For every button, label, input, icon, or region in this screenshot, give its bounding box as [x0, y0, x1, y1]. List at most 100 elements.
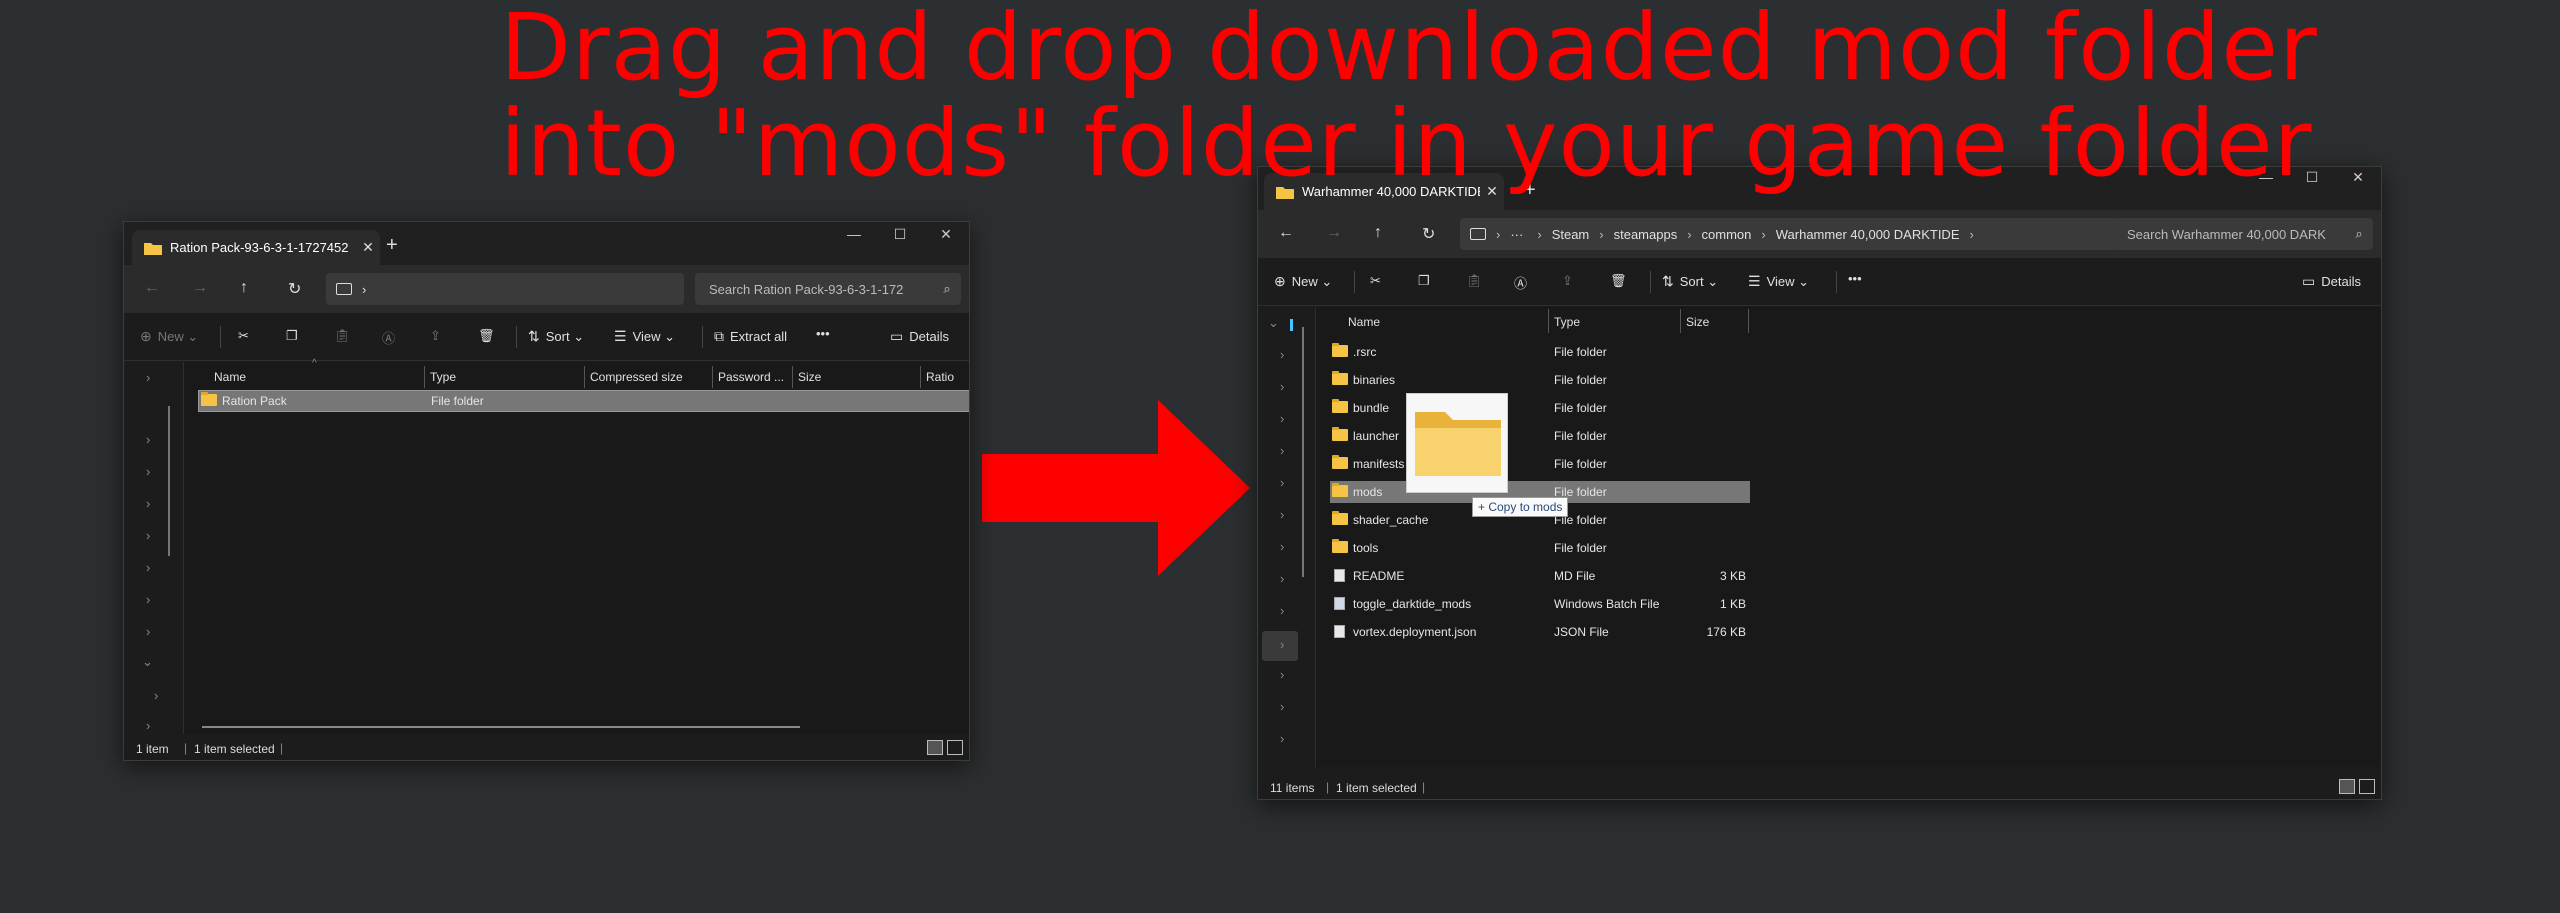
minimize-icon[interactable]: —: [831, 226, 877, 243]
rename-icon[interactable]: Ⓐ: [382, 328, 395, 347]
forward-button[interactable]: →: [192, 279, 208, 297]
chevron-down-icon[interactable]: ⌄: [1268, 315, 1279, 331]
sidebar-selected-item[interactable]: ›: [1262, 631, 1298, 661]
search-input[interactable]: Search Warhammer 40,000 DARK ⌕: [2113, 218, 2373, 250]
chevron-right-icon[interactable]: ›: [154, 688, 158, 703]
refresh-button[interactable]: ↻: [1422, 224, 1435, 244]
up-button[interactable]: ↑: [240, 279, 248, 297]
column-header-size[interactable]: Size: [798, 370, 821, 384]
tiles-view-icon[interactable]: [947, 740, 963, 755]
navigation-pane[interactable]: ⌄ › › › › › › › › › › › › ›: [1258, 307, 1316, 767]
chevron-right-icon[interactable]: ›: [146, 528, 150, 543]
details-view-icon[interactable]: [2339, 779, 2355, 794]
maximize-icon[interactable]: ☐: [877, 226, 923, 243]
chevron-right-icon[interactable]: ›: [146, 496, 150, 511]
more-options-icon[interactable]: •••: [1848, 271, 1862, 286]
list-item[interactable]: README MD File 3 KB: [1330, 565, 1750, 587]
back-button[interactable]: ←: [144, 279, 160, 297]
chevron-right-icon[interactable]: ›: [1280, 603, 1284, 618]
list-item[interactable]: toggle_darktide_mods Windows Batch File …: [1330, 593, 1750, 615]
close-window-icon[interactable]: ✕: [923, 226, 969, 243]
paste-icon[interactable]: 📋︎: [334, 328, 351, 344]
plus-circle-icon: ⊕: [140, 328, 152, 344]
paste-icon[interactable]: 📋︎: [1466, 273, 1483, 289]
breadcrumb-steamapps[interactable]: steamapps: [1614, 227, 1678, 242]
breadcrumb-common[interactable]: common: [1702, 227, 1752, 242]
chevron-right-icon[interactable]: ›: [146, 370, 150, 385]
new-button[interactable]: ⊕ New ⌄: [140, 328, 198, 345]
chevron-right-icon[interactable]: ›: [1280, 667, 1284, 682]
refresh-button[interactable]: ↻: [288, 279, 301, 299]
close-window-icon[interactable]: ✕: [2335, 169, 2381, 186]
ellipsis-icon[interactable]: ···: [1510, 227, 1523, 242]
new-tab-button[interactable]: +: [386, 234, 398, 257]
cut-icon[interactable]: ✂: [1370, 273, 1381, 289]
tiles-view-icon[interactable]: [2359, 779, 2375, 794]
details-view-icon[interactable]: [927, 740, 943, 755]
search-input[interactable]: Search Ration Pack-93-6-3-1-172 ⌕: [695, 273, 961, 305]
chevron-right-icon[interactable]: ›: [146, 464, 150, 479]
list-item[interactable]: binaries File folder: [1330, 369, 1750, 391]
column-header-ratio[interactable]: Ratio: [926, 370, 954, 384]
up-button[interactable]: ↑: [1374, 224, 1382, 242]
address-bar[interactable]: ›: [326, 273, 684, 305]
sort-button[interactable]: ⇅ Sort ⌄: [528, 328, 584, 345]
chevron-right-icon[interactable]: ›: [146, 432, 150, 447]
more-options-icon[interactable]: •••: [816, 326, 830, 341]
column-header-type[interactable]: Type: [1554, 315, 1580, 329]
tab-ration-pack[interactable]: Ration Pack-93-6-3-1-1727452 ✕: [132, 230, 380, 265]
chevron-down-icon[interactable]: ⌄: [142, 654, 153, 670]
column-header-size[interactable]: Size: [1686, 315, 1709, 329]
chevron-right-icon[interactable]: ›: [1280, 699, 1284, 714]
column-header-type[interactable]: Type: [430, 370, 456, 384]
details-button[interactable]: ▭ Details: [2302, 273, 2361, 290]
sidebar-scrollbar[interactable]: [168, 406, 170, 556]
list-item[interactable]: vortex.deployment.json JSON File 176 KB: [1330, 621, 1750, 643]
column-header-compressed-size[interactable]: Compressed size: [590, 370, 683, 384]
list-item[interactable]: manifests File folder: [1330, 453, 1750, 475]
breadcrumb-steam[interactable]: Steam: [1552, 227, 1590, 242]
chevron-right-icon[interactable]: ›: [1280, 411, 1284, 426]
back-button[interactable]: ←: [1278, 224, 1294, 242]
column-header-name[interactable]: Name: [214, 370, 246, 384]
cut-icon[interactable]: ✂: [238, 328, 249, 344]
sidebar-scrollbar[interactable]: [1302, 327, 1304, 577]
list-item[interactable]: launcher File folder: [1330, 425, 1750, 447]
table-row-selected[interactable]: Ration Pack File folder: [198, 390, 969, 412]
breadcrumb-darktide[interactable]: Warhammer 40,000 DARKTIDE: [1776, 227, 1960, 242]
column-header-name[interactable]: Name: [1348, 315, 1380, 329]
copy-icon[interactable]: ❐: [1418, 273, 1430, 289]
chevron-right-icon[interactable]: ›: [1280, 571, 1284, 586]
horizontal-scrollbar[interactable]: [202, 726, 800, 728]
delete-icon[interactable]: 🗑︎: [1610, 273, 1627, 289]
delete-icon[interactable]: 🗑︎: [478, 328, 495, 344]
extract-all-button[interactable]: ⧉ Extract all: [714, 328, 787, 345]
list-item[interactable]: .rsrc File folder: [1330, 341, 1750, 363]
chevron-right-icon[interactable]: ›: [1280, 475, 1284, 490]
close-tab-icon[interactable]: ✕: [356, 239, 380, 256]
chevron-right-icon[interactable]: ›: [146, 718, 150, 733]
chevron-right-icon[interactable]: ›: [1280, 731, 1284, 746]
share-icon[interactable]: ⇪: [430, 328, 441, 344]
chevron-right-icon[interactable]: ›: [1280, 539, 1284, 554]
column-header-password[interactable]: Password ...: [718, 370, 784, 384]
rename-icon[interactable]: Ⓐ: [1514, 273, 1527, 292]
chevron-right-icon[interactable]: ›: [146, 592, 150, 607]
sort-button[interactable]: ⇅ Sort ⌄: [1662, 273, 1718, 290]
share-icon[interactable]: ⇪: [1562, 273, 1573, 289]
chevron-right-icon[interactable]: ›: [1280, 443, 1284, 458]
view-button[interactable]: ☰ View ⌄: [614, 328, 675, 345]
details-button[interactable]: ▭ Details: [890, 328, 949, 345]
chevron-right-icon[interactable]: ›: [1280, 507, 1284, 522]
list-item[interactable]: bundle File folder: [1330, 397, 1750, 419]
new-button[interactable]: ⊕ New ⌄: [1274, 273, 1332, 290]
chevron-right-icon[interactable]: ›: [146, 560, 150, 575]
chevron-right-icon[interactable]: ›: [1280, 347, 1284, 362]
view-button[interactable]: ☰ View ⌄: [1748, 273, 1809, 290]
copy-icon[interactable]: ❐: [286, 328, 298, 344]
list-item[interactable]: tools File folder: [1330, 537, 1750, 559]
forward-button[interactable]: →: [1326, 224, 1342, 242]
navigation-pane[interactable]: › › › › › › › › ⌄ › ›: [124, 362, 184, 734]
chevron-right-icon[interactable]: ›: [1280, 379, 1284, 394]
chevron-right-icon[interactable]: ›: [146, 624, 150, 639]
